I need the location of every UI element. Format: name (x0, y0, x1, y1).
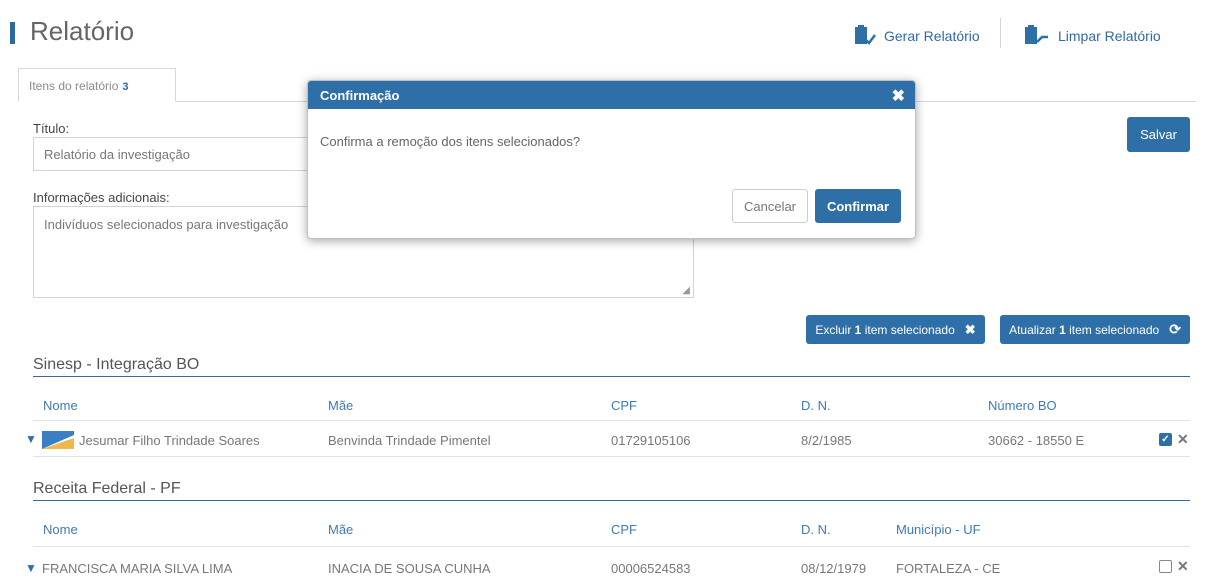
dialog-message: Confirma a remoção dos itens selecionado… (320, 134, 581, 149)
dialog-header: Confirmação (308, 81, 915, 109)
close-icon[interactable]: ✖ (892, 86, 905, 106)
confirmation-dialog: Confirmação ✖ Confirma a remoção dos ite… (307, 80, 916, 239)
cancel-button[interactable]: Cancelar (732, 189, 808, 223)
dialog-title: Confirmação (320, 88, 400, 103)
confirm-button[interactable]: Confirmar (815, 189, 901, 223)
